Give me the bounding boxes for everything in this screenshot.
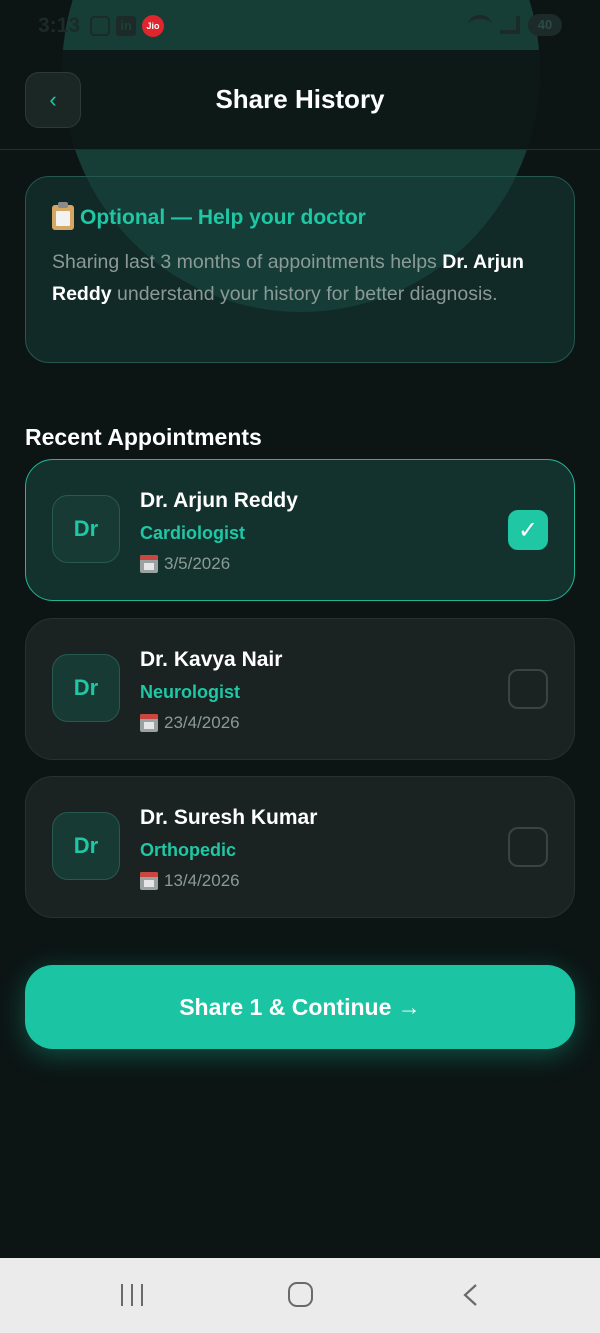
share-continue-button[interactable]: Share 1 & Continue → [25,965,575,1049]
appointment-date-text: 3/5/2026 [164,554,231,573]
appointment-date: 13/4/2026 [140,871,240,891]
jio-icon: Jio [142,15,164,37]
wifi-icon [468,15,492,35]
clipboard-icon [52,202,74,230]
appointment-checkbox[interactable]: ✓ [508,510,548,550]
info-title: Optional — Help your doctor [52,202,548,230]
calendar-icon [140,555,158,573]
screenshot-icon [90,16,110,36]
info-title-text: Optional — Help your doctor [80,205,366,229]
linkedin-icon: in [116,16,136,36]
appointment-date: 3/5/2026 [140,554,230,574]
recents-icon[interactable] [121,1284,145,1306]
status-time: 3:13 [38,14,81,37]
info-text-after: understand your history for better diagn… [111,283,498,305]
doctor-name: Dr. Suresh Kumar [140,806,318,829]
doctor-specialty: Neurologist [140,682,241,702]
status-bar: 3:13 in Jio 40 [0,0,600,50]
back-nav-icon[interactable] [462,1284,478,1306]
doctor-specialty: Cardiologist [140,523,246,543]
appointment-date-text: 23/4/2026 [164,713,240,732]
header: ‹ Share History [0,50,600,150]
status-icons-left: in Jio [90,15,164,37]
section-title: Recent Appointments [25,424,262,450]
calendar-icon [140,714,158,732]
home-icon[interactable] [288,1282,313,1307]
info-card: Optional — Help your doctor Sharing last… [25,176,575,363]
doctor-name: Dr. Kavya Nair [140,648,283,671]
status-icons-right: 40 [468,14,562,36]
signal-icon [500,16,520,34]
appointment-date: 23/4/2026 [140,713,240,733]
appointment-card[interactable]: Dr Dr. Suresh Kumar Orthopedic 13/4/2026 [25,776,575,918]
appointment-checkbox[interactable] [508,669,548,709]
doctor-avatar: Dr [52,495,120,563]
appointment-card[interactable]: Dr Dr. Kavya Nair Neurologist 23/4/2026 [25,618,575,760]
doctor-name: Dr. Arjun Reddy [140,489,298,512]
info-text: Sharing last 3 months of appointments he… [52,246,548,310]
page-title: Share History [215,84,385,114]
system-nav-bar [0,1258,600,1333]
appointment-checkbox[interactable] [508,827,548,867]
info-text-before: Sharing last 3 months of appointments he… [52,251,443,273]
doctor-specialty: Orthopedic [140,840,237,860]
doctor-avatar: Dr [52,654,120,722]
calendar-icon [140,872,158,890]
appointment-date-text: 13/4/2026 [164,871,240,890]
app-screen: 3:13 in Jio 40 ‹ Share History Optional … [0,0,600,1333]
doctor-avatar: Dr [52,812,120,880]
appointment-card[interactable]: Dr Dr. Arjun Reddy Cardiologist 3/5/2026… [25,459,575,601]
battery-icon: 40 [528,14,562,36]
